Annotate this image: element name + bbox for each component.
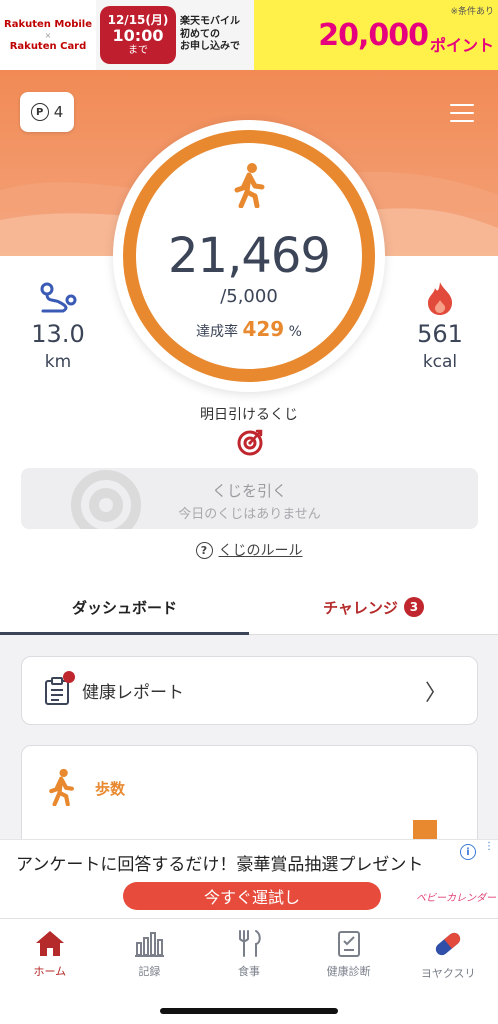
report-notification-dot xyxy=(63,670,75,683)
ad-copy-line1: 楽天モバイル xyxy=(180,16,240,28)
calories-unit: kcal xyxy=(422,352,458,372)
distance-value: 13.0 xyxy=(31,320,85,348)
ad-copy-line2: 初めての xyxy=(180,28,220,40)
bottom-banner-ad[interactable]: アンケートに回答するだけ！豪華賞品抽選プレゼント i ⋮ 今すぐ運試し ベビーカ… xyxy=(0,839,498,918)
fork-knife-icon xyxy=(238,930,261,957)
nav-meals-label: 食事 xyxy=(237,965,260,978)
lottery-watermark-icon xyxy=(71,470,141,529)
ad-sponsor-logo: ベビーカレンダー xyxy=(416,893,496,904)
tab-dashboard[interactable]: ダッシュボード xyxy=(0,580,249,635)
nav-home[interactable]: ホーム xyxy=(0,919,100,1024)
health-report-label: 健康レポート xyxy=(82,683,184,703)
achievement-rate: 達成率 429 % xyxy=(113,317,385,341)
ad-condition: ※条件あり xyxy=(450,7,494,17)
challenge-count-badge: 3 xyxy=(403,597,424,617)
flame-icon xyxy=(428,282,453,315)
tab-bar: ダッシュボード チャレンジ 3 xyxy=(0,580,498,635)
steps-goal: /5,000 xyxy=(220,286,278,307)
nav-checkup-label: 健康診断 xyxy=(326,965,371,978)
nav-medicine-label: ヨヤクスリ xyxy=(420,967,476,980)
bar-chart-icon xyxy=(135,932,165,957)
home-icon xyxy=(35,931,64,956)
ad-brand-card: Rakuten Card xyxy=(9,40,87,52)
help-icon: ? xyxy=(195,541,213,559)
points-badge[interactable]: P 4 xyxy=(20,92,74,132)
health-report-card[interactable]: 健康レポート 〉 xyxy=(21,656,478,725)
nav-medicine[interactable]: ヨヤクスリ xyxy=(398,919,498,1024)
report-clipboard-icon xyxy=(44,670,75,705)
rate-value: 429 xyxy=(242,317,285,341)
ad-brand-mobile: Rakuten Mobile xyxy=(4,18,92,30)
ad-date-badge: 12/15(月) 10:00 まで xyxy=(100,6,176,64)
tab-challenge[interactable]: チャレンジ 3 xyxy=(249,580,498,634)
chevron-right-icon: 〉 xyxy=(424,680,447,706)
distance-stat: 13.0 km xyxy=(18,282,98,372)
nav-records-label: 記録 xyxy=(138,965,161,978)
target-icon xyxy=(237,429,263,456)
ad-offer: ※条件あり 20,000 ポイント xyxy=(254,0,498,70)
ad-point-label: ポイント xyxy=(429,36,494,55)
tomorrow-lottery-label: 明日引けるくじ xyxy=(200,407,298,423)
tab-dashboard-label: ダッシュボード xyxy=(71,598,177,617)
ad-until: まで xyxy=(128,44,148,56)
pill-capsule-icon xyxy=(436,932,461,956)
ad-info-icon[interactable]: i xyxy=(460,844,476,860)
walking-person-icon xyxy=(234,163,265,208)
ad-headline: アンケートに回答するだけ！豪華賞品抽選プレゼント xyxy=(16,855,424,875)
ad-copy-line3: お申し込みで xyxy=(180,41,240,53)
home-indicator xyxy=(160,1008,338,1014)
steps-walking-icon xyxy=(49,768,74,806)
lottery-rules-link[interactable]: ? くじのルール xyxy=(0,540,498,560)
ad-copy: 楽天モバイル 初めての お申し込みで xyxy=(180,16,254,54)
menu-icon[interactable] xyxy=(450,104,474,122)
tab-challenge-label: チャレンジ xyxy=(323,598,398,617)
ad-time: 10:00 xyxy=(112,26,164,46)
calories-value: 561 xyxy=(417,320,463,348)
steps-count: 21,469 xyxy=(168,228,331,284)
ad-brand-separator: × xyxy=(44,30,52,40)
top-banner-ad[interactable]: Rakuten Mobile × Rakuten Card 12/15(月) 1… xyxy=(0,0,498,70)
distance-route-icon xyxy=(40,282,77,313)
rules-link-text: くじのルール xyxy=(218,543,303,559)
rate-unit: % xyxy=(288,324,302,340)
points-icon: P xyxy=(30,103,49,121)
rate-label: 達成率 xyxy=(196,324,239,340)
draw-lottery-button[interactable]: くじを引く 今日のくじはありません xyxy=(21,468,478,529)
ad-more-icon[interactable]: ⋮ xyxy=(484,842,494,852)
distance-unit: km xyxy=(44,352,72,372)
app-root: Rakuten Mobile × Rakuten Card 12/15(月) 1… xyxy=(0,0,498,1024)
checklist-icon xyxy=(337,931,360,957)
nav-home-label: ホーム xyxy=(33,965,67,978)
ad-amount: 20,000 xyxy=(318,17,429,53)
points-value: 4 xyxy=(53,103,64,121)
steps-card-title: 歩数 xyxy=(95,780,126,798)
calories-stat: 561 kcal xyxy=(400,280,480,372)
ad-cta-button[interactable]: 今すぐ運試し xyxy=(123,882,381,910)
ad-brand-logos: Rakuten Mobile × Rakuten Card xyxy=(0,0,96,70)
